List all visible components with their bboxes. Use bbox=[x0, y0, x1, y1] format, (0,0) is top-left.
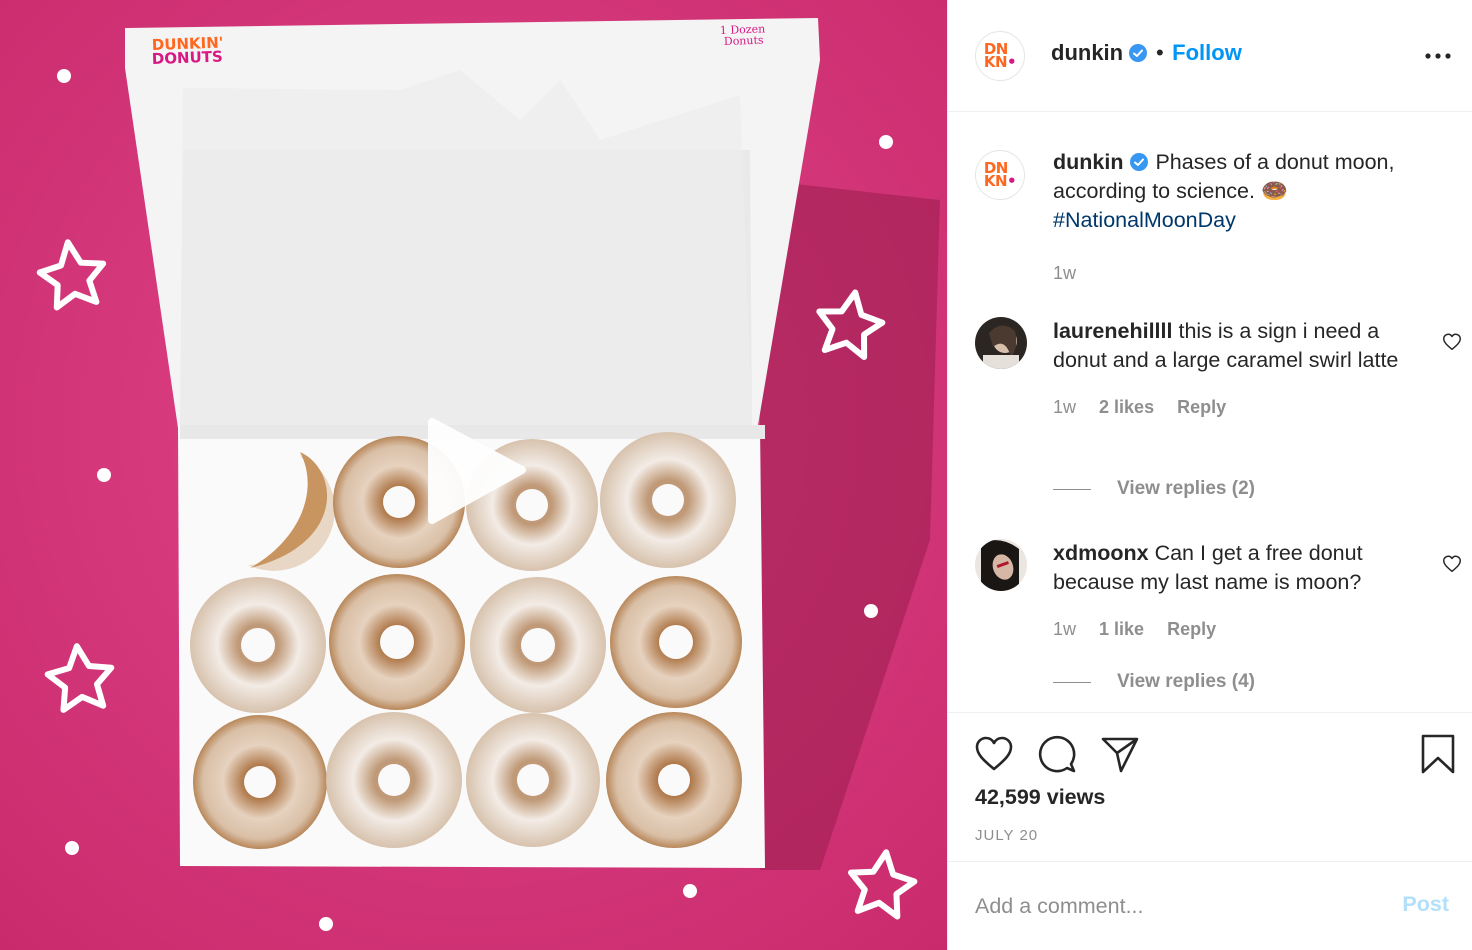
dunkin-logo-icon: DN KN• bbox=[983, 40, 1017, 71]
play-icon[interactable] bbox=[418, 412, 538, 532]
follow-button[interactable]: Follow bbox=[1172, 40, 1242, 65]
caption-avatar[interactable]: DN KN• bbox=[975, 150, 1025, 200]
avatar-photo bbox=[975, 539, 1027, 591]
view-replies-label: View replies (2) bbox=[1117, 478, 1255, 499]
reply-button[interactable]: Reply bbox=[1167, 619, 1216, 639]
more-horizontal-icon[interactable] bbox=[1423, 44, 1453, 68]
comment-time[interactable]: 1w bbox=[1053, 619, 1076, 639]
post-caption: dunkin Phases of a donut moon, according… bbox=[1053, 148, 1453, 288]
view-replies-button[interactable]: View replies (2) bbox=[1053, 478, 1255, 500]
comments-section[interactable]: DN KN• dunkin Phases of a donut moon, ac… bbox=[948, 112, 1472, 712]
comment-username[interactable]: laurenehillll bbox=[1053, 319, 1172, 343]
post-actions: 42,599 views JULY 20 bbox=[948, 712, 1472, 862]
comment-input[interactable] bbox=[975, 890, 1375, 922]
caption-username[interactable]: dunkin bbox=[1053, 150, 1123, 174]
comment-item: xdmoonx Can I get a free donut because m… bbox=[1053, 539, 1423, 644]
svg-text:Donuts: Donuts bbox=[724, 34, 764, 48]
bookmark-icon[interactable] bbox=[1417, 733, 1459, 775]
like-comment-heart-icon[interactable] bbox=[1441, 331, 1463, 353]
avatar-photo bbox=[975, 317, 1027, 369]
hashtag-link[interactable]: #NationalMoonDay bbox=[1053, 208, 1236, 232]
post-media[interactable]: DUNKIN' DONUTS 1 Dozen Donuts bbox=[0, 0, 947, 950]
comment-item: laurenehillll this is a sign i need a do… bbox=[1053, 317, 1423, 422]
reply-button[interactable]: Reply bbox=[1177, 397, 1226, 417]
caption-meta: 1w bbox=[1053, 259, 1453, 288]
verified-badge-icon bbox=[1130, 153, 1149, 171]
comment-likes[interactable]: 1 like bbox=[1099, 619, 1144, 639]
post-date[interactable]: JULY 20 bbox=[975, 827, 1038, 844]
post-comment-button[interactable]: Post bbox=[1402, 892, 1449, 917]
heart-icon[interactable] bbox=[973, 733, 1015, 775]
author-username[interactable]: dunkin bbox=[1051, 40, 1123, 65]
verified-badge-icon bbox=[1128, 44, 1147, 62]
dunkin-logo-icon: DN KN• bbox=[983, 159, 1017, 190]
comment-username[interactable]: xdmoonx bbox=[1053, 541, 1149, 565]
view-replies-button[interactable]: View replies (4) bbox=[1053, 671, 1255, 693]
comment-icon[interactable] bbox=[1036, 733, 1078, 775]
divider-line bbox=[1053, 488, 1091, 490]
comment-likes[interactable]: 2 likes bbox=[1099, 397, 1154, 417]
comment-time[interactable]: 1w bbox=[1053, 397, 1076, 417]
post-header: DN KN• dunkin • Follow bbox=[948, 0, 1472, 112]
caption-time[interactable]: 1w bbox=[1053, 263, 1076, 283]
separator: • bbox=[1156, 40, 1164, 65]
comment-meta: 1w 2 likes Reply bbox=[1053, 393, 1423, 422]
comment-meta: 1w 1 like Reply bbox=[1053, 615, 1423, 644]
view-replies-label: View replies (4) bbox=[1117, 671, 1255, 692]
svg-text:DONUTS: DONUTS bbox=[152, 48, 224, 68]
like-comment-heart-icon[interactable] bbox=[1441, 553, 1463, 575]
view-count[interactable]: 42,599 views bbox=[975, 785, 1105, 810]
avatar[interactable]: DN KN• bbox=[975, 31, 1025, 81]
commenter-avatar[interactable] bbox=[975, 317, 1027, 369]
commenter-avatar[interactable] bbox=[975, 539, 1027, 591]
post-side-panel: DN KN• dunkin • Follow DN KN• dunkin Pha… bbox=[947, 0, 1472, 950]
divider-line bbox=[1053, 681, 1091, 683]
send-icon[interactable] bbox=[1099, 733, 1141, 775]
add-comment-bar: Post bbox=[948, 862, 1472, 950]
